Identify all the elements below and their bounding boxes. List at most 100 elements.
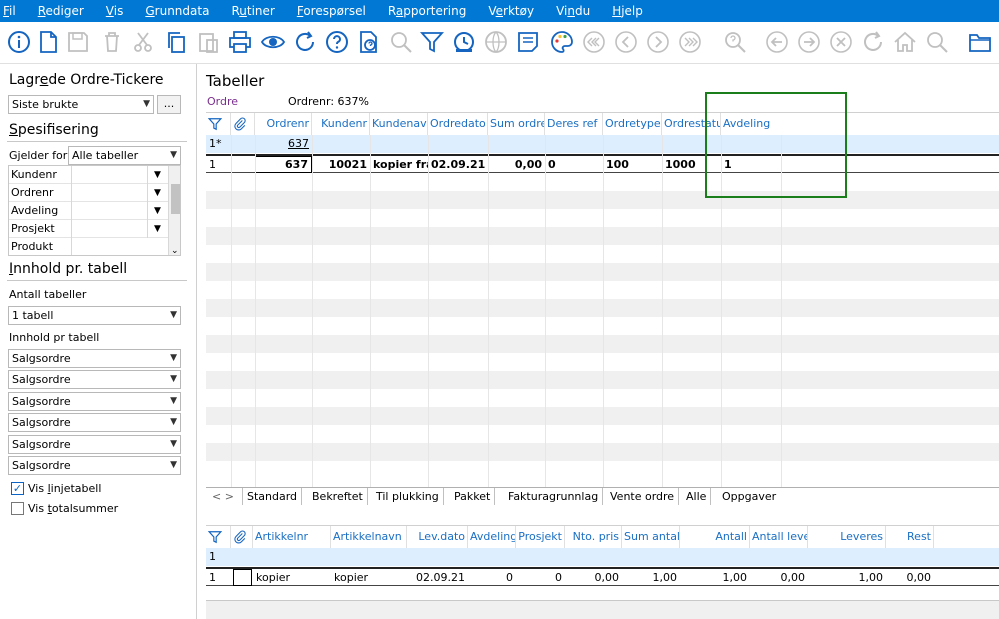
home-icon[interactable]	[893, 30, 917, 54]
table-content-select[interactable]: Salgsordre ▼	[8, 435, 181, 454]
table-content-select[interactable]: Salgsordre ▼	[8, 392, 181, 411]
tab-nav-arrows[interactable]: < >	[208, 488, 238, 505]
table-content-select[interactable]: Salgsordre ▼	[8, 349, 181, 368]
cell-ordredato[interactable]: 02.09.21	[428, 156, 488, 174]
cell-artikkelnr[interactable]: kopier	[253, 569, 331, 587]
zoom-icon[interactable]	[925, 30, 949, 54]
cell-antall-lever[interactable]: 0,00	[750, 569, 808, 587]
tab-fakturagrunnlag[interactable]: Fakturagrunnlag	[504, 488, 604, 505]
note-icon[interactable]	[516, 30, 540, 54]
applies-select[interactable]: Alle tabeller ▼	[68, 146, 181, 165]
header-kundenavn[interactable]: Kundenavn	[370, 113, 428, 135]
tab-alle[interactable]: Alle	[682, 488, 712, 505]
header-sum-ordre[interactable]: Sum ordre	[488, 113, 545, 135]
table-count-select[interactable]: 1 tabell ▼	[8, 306, 181, 325]
row-selector[interactable]	[233, 569, 252, 586]
chevron-down-icon[interactable]: ⌄	[171, 246, 179, 255]
menu-vindu[interactable]: Vindu	[556, 4, 612, 18]
cell-antall[interactable]: 1,00	[680, 569, 750, 587]
menu-grunndata[interactable]: Grunndata	[145, 4, 231, 18]
header-ordrenr[interactable]: Ordrenr	[255, 113, 312, 135]
cell-nto-pris[interactable]: 0,00	[565, 569, 622, 587]
tab-bekreftet[interactable]: Bekreftet	[308, 488, 368, 505]
header-rest[interactable]: Rest	[886, 526, 934, 548]
tab-standard[interactable]: Standard	[242, 488, 303, 505]
cut-icon[interactable]	[131, 30, 155, 54]
horizontal-scrollbar[interactable]	[206, 600, 999, 619]
header-ordredato[interactable]: Ordredato	[428, 113, 488, 135]
cell-artikkelnavn[interactable]: kopier	[331, 569, 407, 587]
cell-avdeling[interactable]: 0	[468, 569, 516, 587]
header-nto-pris[interactable]: Nto. pris	[565, 526, 622, 548]
cell-sum-antall[interactable]: 1,00	[622, 569, 680, 587]
next-icon[interactable]	[646, 30, 670, 54]
cell-sum-ordre[interactable]: 0,00	[488, 156, 545, 174]
show-totals-checkbox[interactable]	[11, 502, 24, 515]
previous-icon[interactable]	[614, 30, 638, 54]
header-prosjekt[interactable]: Prosjekt	[516, 526, 565, 548]
last-icon[interactable]	[678, 30, 702, 54]
print-icon[interactable]	[228, 30, 252, 54]
header-avdeling[interactable]: Avdeling	[468, 526, 516, 548]
header-lev-dato[interactable]: Lev.dato	[407, 526, 468, 548]
help-icon[interactable]	[325, 30, 349, 54]
header-artikkelnr[interactable]: Artikkelnr	[253, 526, 331, 548]
attachment-icon[interactable]	[231, 113, 255, 135]
cell-kundenr[interactable]: 10021	[312, 156, 370, 174]
tab-til-plukking[interactable]: Til plukking	[372, 488, 444, 505]
spec-value-input[interactable]	[71, 166, 147, 184]
folder-icon[interactable]	[968, 30, 992, 54]
spec-value-input[interactable]	[71, 202, 147, 220]
preview-icon[interactable]	[261, 30, 285, 54]
filter-icon[interactable]	[206, 526, 231, 548]
cell-rest[interactable]: 0,00	[886, 569, 934, 587]
spec-value-input[interactable]	[71, 184, 147, 202]
table-content-select[interactable]: Salgsordre ▼	[8, 370, 181, 389]
spec-row-prosjekt[interactable]: Prosjekt ▼	[9, 220, 180, 238]
reload-icon[interactable]	[861, 30, 885, 54]
filter-icon[interactable]	[420, 30, 444, 54]
save-icon[interactable]	[66, 30, 90, 54]
tab-vente-ordre[interactable]: Vente ordre	[606, 488, 680, 505]
menu-rediger[interactable]: Rediger	[38, 4, 106, 18]
menu-hjelp[interactable]: Hjelp	[612, 4, 654, 18]
header-sum-antall[interactable]: Sum antall	[622, 526, 680, 548]
header-leveres[interactable]: Leveres	[808, 526, 886, 548]
spec-row-produkt[interactable]: Produkt	[9, 238, 180, 255]
lines-filter-row[interactable]: 1	[206, 548, 999, 566]
saved-tickers-select[interactable]: Siste brukte ▼	[8, 95, 154, 114]
header-deres-ref[interactable]: Deres ref	[545, 113, 603, 135]
cell-kundenavn[interactable]: kopier fra	[370, 156, 428, 174]
cell-ordretype[interactable]: 100	[603, 156, 662, 174]
menu-rapportering[interactable]: Rapportering	[388, 4, 489, 18]
copy-icon[interactable]	[164, 30, 188, 54]
find-icon[interactable]	[723, 30, 747, 54]
palette-icon[interactable]	[550, 30, 574, 54]
chevron-down-icon[interactable]: ▼	[147, 220, 167, 238]
table-content-select[interactable]: Salgsordre ▼	[8, 413, 181, 432]
more-button[interactable]: ...	[157, 95, 181, 114]
back-icon[interactable]	[765, 30, 789, 54]
cell-prosjekt[interactable]: 0	[516, 569, 565, 587]
forward-icon[interactable]	[797, 30, 821, 54]
chevron-down-icon[interactable]: ▼	[147, 184, 167, 202]
chevron-down-icon[interactable]: ▼	[147, 166, 167, 184]
scroll-thumb[interactable]	[171, 184, 180, 214]
spec-value-input[interactable]	[71, 238, 147, 255]
filter-icon[interactable]	[206, 113, 231, 135]
table-row[interactable]: 1 kopier kopier 02.09.21 0 0 0,00 1,00 1…	[206, 567, 999, 586]
history-icon[interactable]	[452, 30, 476, 54]
spec-row-ordrenr[interactable]: Ordrenr ▼	[9, 184, 180, 202]
info-icon[interactable]	[7, 30, 31, 54]
spec-row-avdeling[interactable]: Avdeling ▼	[9, 202, 180, 220]
menu-vis[interactable]: Vis	[106, 4, 146, 18]
menu-verktoy[interactable]: Verktøy	[488, 4, 556, 18]
header-ordretype[interactable]: Ordretype	[603, 113, 662, 135]
filter-ordrenr[interactable]: 637	[255, 135, 312, 153]
new-document-icon[interactable]	[36, 30, 60, 54]
spec-value-input[interactable]	[71, 220, 147, 238]
spec-row-kundenr[interactable]: Kundenr ▼	[9, 166, 180, 184]
table-content-select[interactable]: Salgsordre ▼	[8, 456, 181, 475]
tab-pakket[interactable]: Pakket	[450, 488, 496, 505]
menu-foresporsel[interactable]: Forespørsel	[297, 4, 388, 18]
